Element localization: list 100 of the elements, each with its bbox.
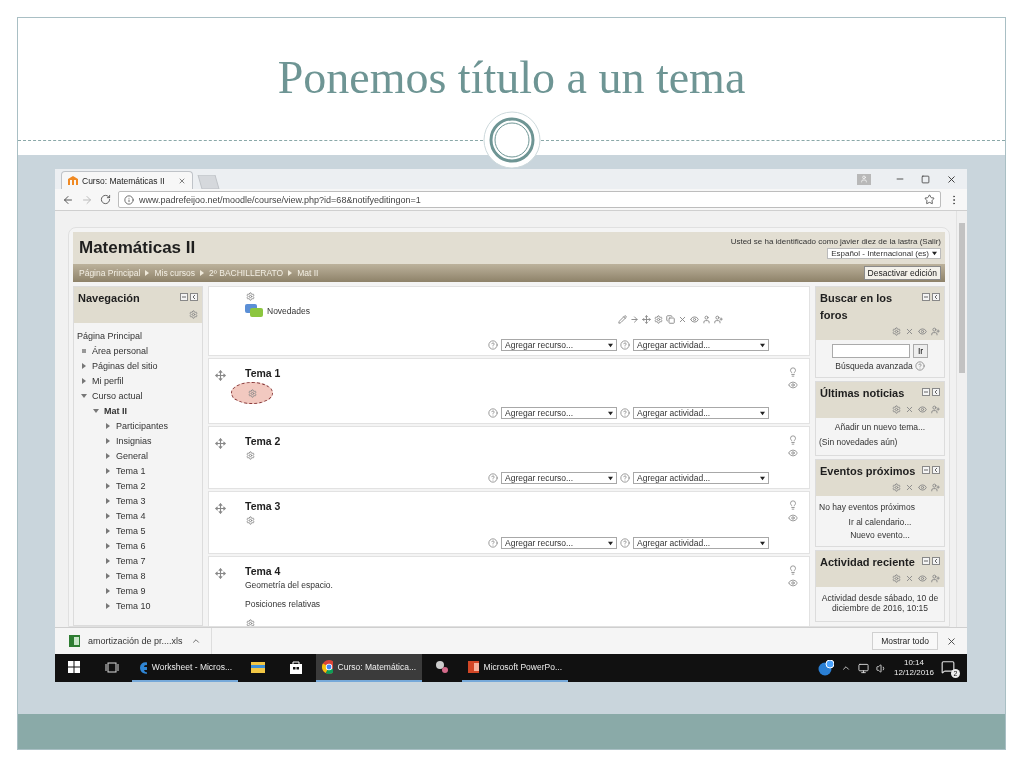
help-icon[interactable] — [488, 408, 498, 418]
copy-icon[interactable] — [666, 315, 675, 324]
help-icon[interactable] — [488, 340, 498, 350]
expand-arrow-icon[interactable] — [81, 377, 87, 384]
block-link[interactable]: Ir al calendario... — [819, 517, 941, 527]
add-resource-select[interactable]: Agregar recurso... — [501, 537, 617, 549]
settings-icon[interactable] — [247, 388, 257, 398]
add-resource-select[interactable]: Agregar recurso... — [501, 339, 617, 351]
nav-link[interactable]: Participantes — [116, 420, 169, 431]
taskbar-item[interactable]: Microsoft PowerPo... — [462, 654, 568, 682]
settings-icon[interactable] — [892, 574, 901, 583]
go-button[interactable]: Ir — [912, 344, 929, 358]
profile-icon[interactable] — [857, 173, 871, 185]
collapse-icon[interactable] — [922, 388, 930, 396]
nav-link[interactable]: Curso actual — [92, 390, 143, 401]
expand-arrow-icon[interactable] — [105, 497, 111, 504]
nav-link[interactable]: Tema 10 — [116, 600, 151, 611]
help-icon[interactable] — [620, 473, 630, 483]
advanced-search-link[interactable]: Búsqueda avanzada — [835, 361, 913, 371]
lightbulb-icon[interactable] — [788, 565, 798, 575]
expand-arrow-icon[interactable] — [105, 422, 111, 429]
delete-icon[interactable] — [905, 327, 914, 336]
user-plus-icon[interactable] — [931, 405, 940, 414]
delete-icon[interactable] — [678, 315, 687, 324]
nav-link[interactable]: Tema 2 — [116, 480, 146, 491]
nav-link[interactable]: General — [116, 450, 149, 461]
collapse-icon[interactable] — [922, 557, 930, 565]
move-icon[interactable] — [215, 370, 226, 381]
taskbar-item[interactable]: Worksheet - Micros... — [132, 654, 238, 682]
lightbulb-icon[interactable] — [788, 500, 798, 510]
nav-link[interactable]: Tema 8 — [116, 570, 146, 581]
nav-link[interactable]: Área personal — [92, 345, 149, 356]
expand-arrow-icon[interactable] — [105, 512, 111, 519]
expand-arrow-icon[interactable] — [105, 557, 111, 564]
user-plus-icon[interactable] — [931, 327, 940, 336]
clock[interactable]: 10:14 12/12/2016 — [893, 658, 934, 678]
move-icon[interactable] — [642, 315, 651, 324]
move-icon[interactable] — [215, 568, 226, 579]
address-field[interactable]: www.padrefeijoo.net/moodle/course/view.php?id=68&notifyeditingon=1 — [118, 191, 941, 208]
nav-link[interactable]: Insignias — [116, 435, 152, 446]
dock-icon[interactable] — [190, 293, 198, 301]
browser-tab[interactable]: Curso: Matemáticas II — [61, 171, 193, 189]
show-all-button[interactable]: Mostrar todo — [872, 632, 938, 650]
nav-link[interactable]: Tema 1 — [116, 465, 146, 476]
settings-icon[interactable] — [892, 405, 901, 414]
dock-icon[interactable] — [932, 466, 940, 474]
info-bubble-icon[interactable] — [817, 660, 834, 676]
network-icon[interactable] — [857, 662, 869, 674]
settings-icon[interactable] — [245, 450, 255, 460]
reload-icon[interactable] — [100, 194, 111, 205]
download-file[interactable]: amortización de pr....xls — [88, 636, 183, 646]
info-icon[interactable] — [124, 194, 134, 205]
chevron-up-icon[interactable] — [190, 636, 201, 646]
add-activity-select[interactable]: Agregar actividad... — [633, 339, 769, 351]
eye-icon[interactable] — [918, 405, 927, 414]
eye-icon[interactable] — [918, 574, 927, 583]
search-field[interactable] — [831, 344, 910, 358]
delete-icon[interactable] — [905, 405, 914, 414]
scrollbar[interactable] — [956, 211, 967, 627]
dock-icon[interactable] — [932, 293, 940, 301]
expand-arrow-icon[interactable] — [81, 392, 87, 399]
lightbulb-icon[interactable] — [788, 367, 798, 377]
pencil-icon[interactable] — [618, 315, 627, 324]
nav-link[interactable]: Tema 5 — [116, 525, 146, 536]
expand-arrow-icon[interactable] — [105, 602, 111, 609]
language-select[interactable]: Español - Internacional (es) — [827, 248, 941, 259]
dock-icon[interactable] — [932, 388, 940, 396]
expand-arrow-icon[interactable] — [81, 362, 87, 369]
settings-icon[interactable] — [654, 315, 663, 324]
folder-icon[interactable] — [251, 661, 265, 673]
help-icon[interactable] — [914, 361, 925, 371]
star-icon[interactable] — [924, 194, 935, 205]
activity-link[interactable]: Novedades — [267, 306, 310, 316]
expand-arrow-icon[interactable] — [105, 467, 111, 474]
move-icon[interactable] — [215, 503, 226, 514]
eye-icon[interactable] — [690, 315, 699, 324]
add-activity-select[interactable]: Agregar actividad... — [633, 537, 769, 549]
eye-icon[interactable] — [788, 448, 798, 458]
block-link[interactable]: Nuevo evento... — [819, 530, 941, 540]
close-icon[interactable] — [178, 176, 186, 185]
settings-icon[interactable] — [892, 327, 901, 336]
nav-link[interactable]: Mi perfil — [92, 375, 124, 386]
move-icon[interactable] — [215, 438, 226, 449]
nav-link[interactable]: Tema 9 — [116, 585, 146, 596]
eye-icon[interactable] — [788, 513, 798, 523]
expand-arrow-icon[interactable] — [105, 542, 111, 549]
store-icon[interactable] — [290, 660, 302, 674]
help-icon[interactable] — [620, 538, 630, 548]
edit-toggle-button[interactable]: Desactivar edición — [863, 266, 941, 280]
expand-arrow-icon[interactable] — [93, 407, 99, 414]
user-plus-icon[interactable] — [714, 315, 723, 324]
add-resource-select[interactable]: Agregar recurso... — [501, 407, 617, 419]
nav-link[interactable]: Mat II — [104, 405, 127, 416]
restore-icon[interactable] — [921, 174, 930, 184]
help-icon[interactable] — [620, 340, 630, 350]
windows-icon[interactable] — [68, 661, 80, 673]
nav-link[interactable]: Tema 6 — [116, 540, 146, 551]
user-icon[interactable] — [702, 315, 711, 324]
nav-link[interactable]: Tema 7 — [116, 555, 146, 566]
nav-link[interactable]: Páginas del sitio — [92, 360, 158, 371]
